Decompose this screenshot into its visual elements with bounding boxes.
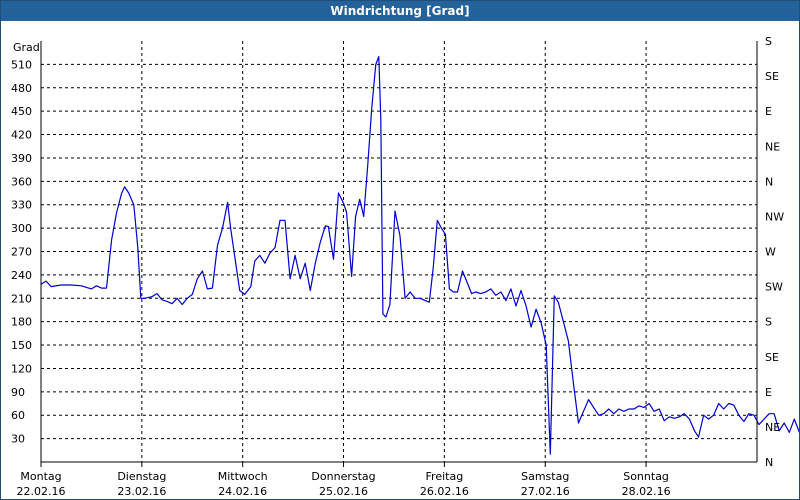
right-axis-label: S	[765, 316, 772, 329]
x-tick-date: 23.02.16	[117, 485, 166, 498]
y-tick-label: 390	[11, 152, 32, 165]
x-tick-date: 26.02.16	[420, 485, 469, 498]
y-tick-label: 120	[11, 362, 32, 375]
right-axis-label: E	[765, 105, 772, 118]
right-axis-label: N	[765, 175, 773, 188]
x-tick-date: 28.02.16	[622, 485, 671, 498]
series-line-windrichtung	[40, 55, 799, 455]
right-axis-label: E	[765, 386, 772, 399]
axis-labels: 30 60 90 120 150 180 210 240 270 300 330 360 390 420 4…	[11, 35, 784, 498]
x-tick-day: Samstag	[521, 470, 569, 483]
y-tick-label: 240	[11, 269, 32, 282]
y-tick-label: 30	[11, 433, 25, 446]
x-tick-date: 27.02.16	[521, 485, 570, 498]
right-axis-label: SE	[765, 70, 779, 83]
chart-window: Windrichtung [Grad] 30 60 90 120 150 180 210 24…	[0, 0, 800, 500]
right-axis-label: NE	[765, 140, 780, 153]
right-axis-label: SE	[765, 351, 779, 364]
y-axis-label: Grad	[13, 41, 40, 54]
x-tick-day: Freitag	[426, 470, 464, 483]
x-tick-date: 22.02.16	[17, 485, 66, 498]
right-axis-label: W	[765, 246, 776, 259]
x-tick-date: 25.02.16	[319, 485, 368, 498]
y-tick-label: 60	[11, 409, 25, 422]
y-tick-label: 90	[11, 386, 25, 399]
right-axis-label: SW	[765, 281, 783, 294]
right-axis-label: N	[765, 456, 773, 469]
y-tick-label: 510	[11, 58, 32, 71]
y-tick-label: 420	[11, 129, 32, 142]
axes	[40, 41, 758, 467]
y-tick-label: 300	[11, 222, 32, 235]
x-tick-day: Sonntag	[623, 470, 669, 483]
series-layer	[40, 55, 799, 455]
y-tick-label: 360	[11, 175, 32, 188]
grid	[41, 41, 757, 462]
y-tick-label: 150	[11, 339, 32, 352]
y-tick-label: 480	[11, 82, 32, 95]
y-tick-label: 450	[11, 105, 32, 118]
x-tick-day: Donnerstag	[311, 470, 375, 483]
y-tick-label: 330	[11, 199, 32, 212]
right-axis-label: S	[765, 35, 772, 48]
y-tick-label: 180	[11, 316, 32, 329]
y-tick-label: 270	[11, 246, 32, 259]
wind-direction-chart: 30 60 90 120 150 180 210 240 270 300 330 360 390 420 4…	[11, 35, 799, 498]
right-axis-label: NE	[765, 421, 780, 434]
x-tick-day: Dienstag	[117, 470, 166, 483]
x-tick-date: 24.02.16	[218, 485, 267, 498]
x-tick-day: Mittwoch	[218, 470, 268, 483]
right-axis-label: NW	[765, 210, 784, 223]
x-tick-day: Montag	[20, 470, 61, 483]
y-tick-label: 210	[11, 292, 32, 305]
